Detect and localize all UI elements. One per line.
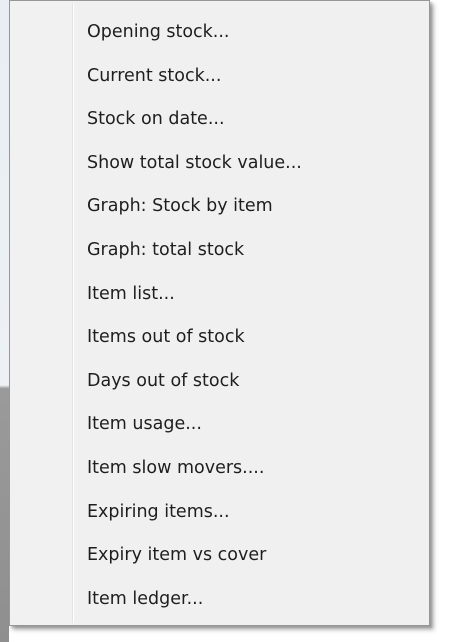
menu-item-opening-stock[interactable]: Opening stock... [10,11,429,55]
menu-item-stock-on-date[interactable]: Stock on date... [10,98,429,142]
menu-list: Opening stock... Current stock... Stock … [10,11,429,621]
menu-item-graph-total-stock[interactable]: Graph: total stock [10,229,429,273]
menu-item-current-stock[interactable]: Current stock... [10,55,429,99]
context-menu: Opening stock... Current stock... Stock … [9,0,430,626]
screen: Opening stock... Current stock... Stock … [0,0,454,642]
menu-item-item-ledger[interactable]: Item ledger... [10,578,429,622]
menu-item-item-slow-movers[interactable]: Item slow movers.... [10,447,429,491]
menu-item-graph-stock-by-item[interactable]: Graph: Stock by item [10,185,429,229]
menu-item-items-out-of-stock[interactable]: Items out of stock [10,316,429,360]
menu-item-show-total-stock-value[interactable]: Show total stock value... [10,142,429,186]
menu-item-expiry-item-vs-cover[interactable]: Expiry item vs cover [10,534,429,578]
menu-item-item-list[interactable]: Item list... [10,273,429,317]
menu-item-expiring-items[interactable]: Expiring items... [10,491,429,535]
menu-item-days-out-of-stock[interactable]: Days out of stock [10,360,429,404]
background-window-edge [0,0,9,642]
menu-item-item-usage[interactable]: Item usage... [10,403,429,447]
